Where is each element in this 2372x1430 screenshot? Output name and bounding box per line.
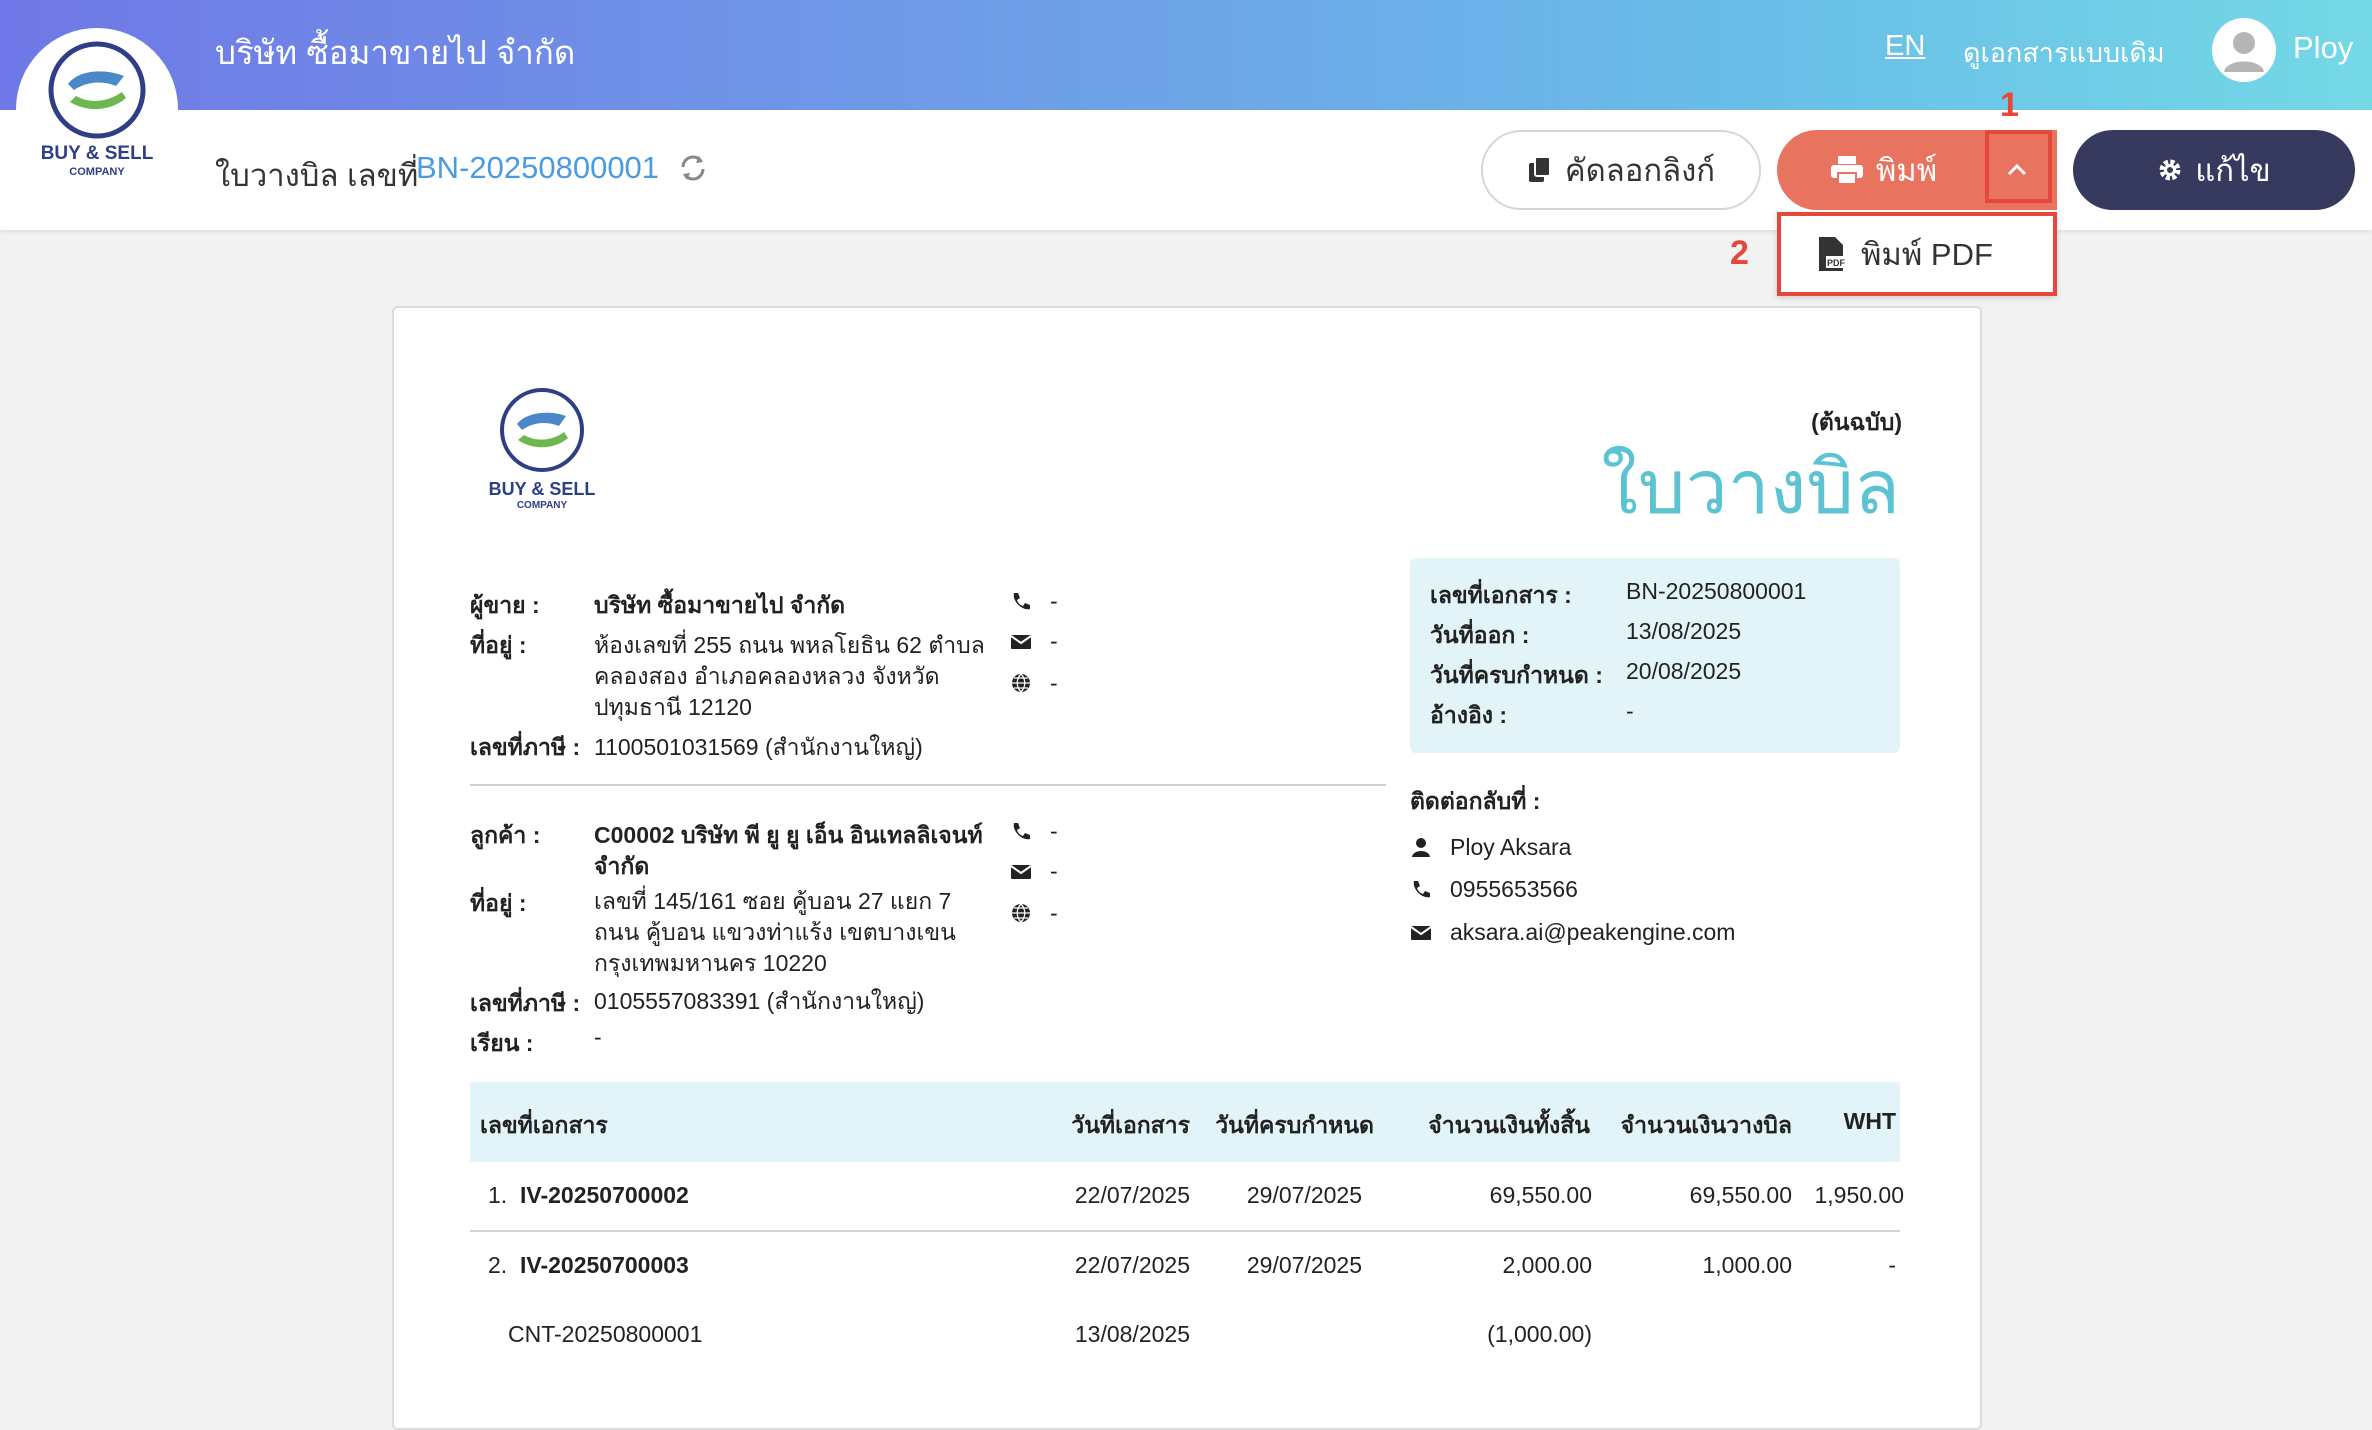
seller-phone-icon [1013, 593, 1030, 610]
doc-logo-text-sub: COMPANY [517, 500, 568, 511]
seller-email-icon [1010, 635, 1032, 649]
copy-link-button[interactable]: คัดลอกลิงก์ [1481, 130, 1761, 210]
seller-label: ผู้ขาย : [470, 592, 540, 618]
seller-globe-icon [1012, 673, 1030, 693]
th-due-date: วันที่ครบกำหนด [1215, 1112, 1374, 1138]
row2-doc[interactable]: IV-20250700003 [520, 1252, 689, 1279]
customer-tax-label: เลขที่ภาษี : [470, 990, 581, 1016]
refresh-icon[interactable] [677, 152, 709, 184]
meta-doc-no: BN-20250800001 [1626, 578, 1807, 604]
customer-address-line-3: กรุงเทพมหานคร 10220 [594, 950, 827, 976]
party-divider [470, 784, 1386, 786]
meta-issue-date: 13/08/2025 [1626, 618, 1742, 644]
th-total: จำนวนเงินทั้งสิ้น [1428, 1112, 1590, 1138]
edit-label: แก้ไข [2195, 153, 2271, 188]
printer-icon [1830, 156, 1863, 185]
meta-ref: - [1626, 698, 1634, 724]
logo-text-sub: COMPANY [69, 166, 125, 178]
contact-email-icon [1410, 926, 1432, 940]
meta-due-date: 20/08/2025 [1626, 658, 1742, 684]
row2-index: 2. [488, 1252, 508, 1278]
customer-email: - [1050, 858, 1058, 884]
company-logo[interactable]: BUY & SELL COMPANY [16, 28, 178, 190]
customer-attn-label: เรียน : [470, 1030, 534, 1056]
contact-phone: 0955653566 [1450, 876, 1578, 902]
row1-billed: 69,550.00 [1689, 1182, 1792, 1208]
doc-number-link[interactable]: BN-20250800001 [416, 150, 659, 186]
row1-wht: 1,950.00 [1814, 1182, 1904, 1208]
contact-label: ติดต่อกลับที่ : [1410, 788, 1541, 814]
seller-address-label: ที่อยู่ : [470, 632, 527, 658]
row2-billed: 1,000.00 [1702, 1252, 1792, 1278]
customer-name-line-1: C00002 บริษัท พี ยู ยู เอ็น อินเทลลิเจนท… [594, 822, 983, 848]
gear-icon [2159, 159, 2181, 181]
seller-tax-id: 1100501031569 (สำนักงานใหญ่) [594, 734, 923, 760]
customer-tax-id: 0105557083391 (สำนักงานใหญ่) [594, 988, 925, 1014]
company-name: บริษัท ซื้อมาขายไป จำกัด [215, 34, 576, 71]
customer-attn: - [594, 1024, 602, 1050]
th-doc-date: วันที่เอกสาร [1071, 1112, 1190, 1138]
row1-date: 22/07/2025 [1074, 1182, 1190, 1208]
document-title: ใบวางบิล [1601, 445, 1900, 529]
seller-web: - [1050, 670, 1058, 696]
contact-email: aksara.ai@peakengine.com [1450, 919, 1736, 945]
row2-due: 29/07/2025 [1246, 1252, 1362, 1278]
row1-index: 1. [488, 1182, 508, 1208]
row2-sub-doc[interactable]: CNT-20250800001 [508, 1321, 702, 1348]
customer-name-line-2: จำกัด [594, 853, 650, 879]
document-paper: BUY & SELL COMPANY (ต้นฉบับ) ใบวางบิล ผู… [392, 306, 1982, 1430]
print-pdf-label: พิมพ์ PDF [1861, 237, 1993, 272]
contact-phone-icon [1413, 881, 1430, 898]
meta-issue-label: วันที่ออก : [1430, 622, 1530, 648]
row1-total: 69,550.00 [1489, 1182, 1592, 1208]
edit-button[interactable]: แก้ไข [2073, 130, 2355, 210]
customer-label: ลูกค้า : [470, 822, 541, 848]
document-logo: BUY & SELL COMPANY [472, 384, 612, 529]
row2-sub-date: 13/08/2025 [1074, 1321, 1190, 1347]
highlight-box-1 [1985, 130, 2052, 203]
print-pdf-menu-item[interactable]: PDF พิมพ์ PDF [1777, 212, 2057, 296]
svg-text:PDF: PDF [1827, 258, 1846, 268]
annotation-number-1: 1 [2000, 86, 2019, 124]
row2-wht: - [1888, 1252, 1896, 1278]
customer-phone: - [1050, 818, 1058, 844]
logo-text-main: BUY & SELL [41, 143, 154, 164]
language-switch-link[interactable]: EN [1885, 30, 1925, 63]
copy-link-label: คัดลอกลิงก์ [1564, 153, 1716, 188]
customer-email-icon [1010, 865, 1032, 879]
doc-logo-text-main: BUY & SELL [489, 479, 596, 499]
user-name[interactable]: Ploy [2293, 30, 2353, 66]
th-wht: WHT [1843, 1108, 1896, 1134]
customer-phone-icon [1013, 823, 1030, 840]
contact-name: Ploy Aksara [1450, 834, 1572, 860]
row2-sub-total: (1,000.00) [1487, 1321, 1592, 1347]
seller-email: - [1050, 628, 1058, 654]
seller-address-line-3: ปทุมธานี 12120 [594, 694, 752, 720]
th-doc-no: เลขที่เอกสาร [480, 1112, 608, 1138]
meta-due-label: วันที่ครบกำหนด : [1430, 662, 1603, 688]
th-billed: จำนวนเงินวางบิล [1620, 1112, 1792, 1138]
meta-ref-label: อ้างอิง : [1430, 702, 1508, 728]
row-divider [470, 1230, 1900, 1232]
doc-label: ใบวางบิล เลขที่ [215, 158, 419, 193]
meta-doc-no-label: เลขที่เอกสาร : [1430, 582, 1572, 608]
old-doc-view-link[interactable]: ดูเอกสารแบบเดิม [1963, 31, 2165, 74]
seller-name: บริษัท ซื้อมาขายไป จำกัด [594, 592, 846, 618]
annotation-number-2: 2 [1730, 234, 1749, 272]
seller-tax-label: เลขที่ภาษี : [470, 734, 581, 760]
row1-doc[interactable]: IV-20250700002 [520, 1182, 689, 1209]
copy-icon [1528, 156, 1551, 182]
seller-phone: - [1050, 588, 1058, 614]
contact-person-icon [1412, 838, 1430, 857]
customer-globe-icon [1012, 903, 1030, 923]
customer-address-label: ที่อยู่ : [470, 890, 527, 916]
row1-due: 29/07/2025 [1246, 1182, 1362, 1208]
print-label: พิมพ์ [1875, 153, 1938, 188]
customer-web: - [1050, 900, 1058, 926]
row2-total: 2,000.00 [1502, 1252, 1592, 1278]
row2-date: 22/07/2025 [1074, 1252, 1190, 1278]
pdf-file-icon: PDF [1819, 237, 1847, 271]
user-avatar-icon[interactable] [2212, 18, 2276, 82]
